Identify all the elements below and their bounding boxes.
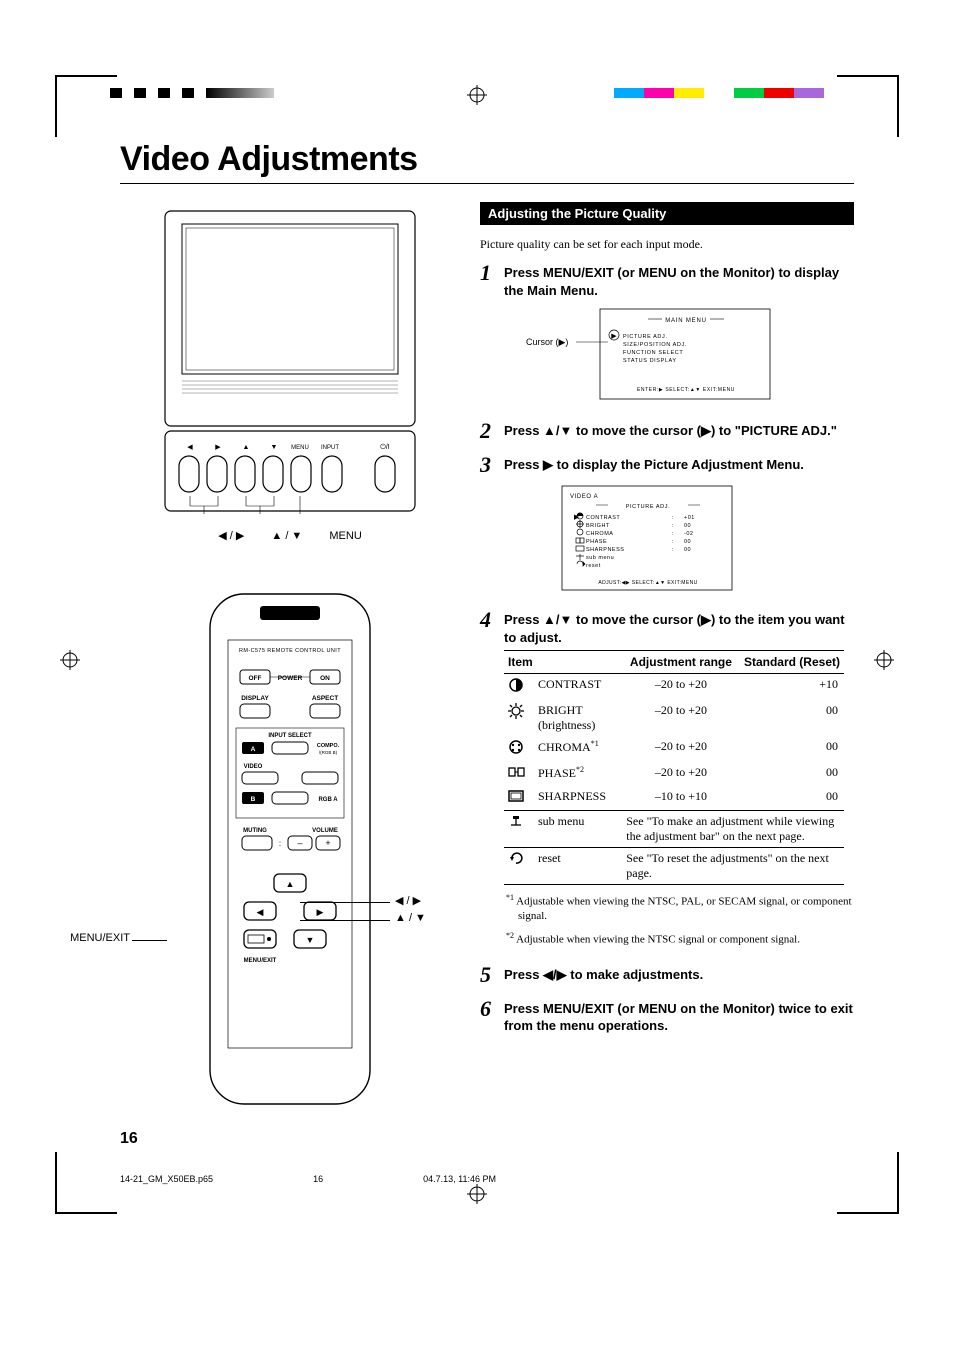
side-registration-left bbox=[60, 650, 80, 675]
svg-text:00: 00 bbox=[684, 547, 691, 553]
svg-text:▶: ▶ bbox=[317, 907, 324, 917]
section-header: Adjusting the Picture Quality bbox=[480, 202, 854, 225]
step-4: 4 Press ▲/▼ to move the cursor (▶) to th… bbox=[480, 607, 854, 646]
svg-text:CONTRAST: CONTRAST bbox=[586, 515, 620, 521]
adjustment-table: Item Adjustment range Standard (Reset) C… bbox=[504, 650, 844, 885]
remote-lead-lr: ◀ / ▶ bbox=[395, 894, 421, 907]
svg-text:▼: ▼ bbox=[306, 935, 315, 945]
svg-text:MAIN MENU: MAIN MENU bbox=[665, 318, 707, 324]
svg-text:00: 00 bbox=[684, 539, 691, 545]
side-registration-right bbox=[874, 650, 894, 675]
svg-text::: : bbox=[279, 839, 281, 848]
crop-corner bbox=[837, 75, 899, 137]
svg-text::: : bbox=[672, 515, 674, 521]
svg-text:◀: ◀ bbox=[257, 907, 264, 917]
svg-text::: : bbox=[672, 539, 674, 545]
page-title: Video Adjustments bbox=[120, 140, 854, 179]
svg-text:sub menu: sub menu bbox=[586, 555, 614, 561]
svg-text:OFF: OFF bbox=[249, 675, 262, 682]
intro-text: Picture quality can be set for each inpu… bbox=[480, 237, 854, 252]
svg-text:◀: ◀ bbox=[187, 444, 193, 451]
svg-text:INPUT: INPUT bbox=[321, 445, 339, 451]
imposition-footer: 14-21_GM_X50EB.p65 16 04.7.13, 11:46 PM bbox=[120, 1174, 854, 1184]
crop-corner bbox=[55, 75, 117, 137]
svg-text:B: B bbox=[251, 796, 256, 803]
main-menu-figure: Cursor (▶) MAIN MENU ▶ PICTURE ADJ. SIZE… bbox=[520, 305, 854, 410]
svg-text:MENU: MENU bbox=[291, 445, 309, 451]
svg-text:–: – bbox=[297, 838, 302, 848]
svg-text::: : bbox=[672, 547, 674, 553]
svg-text:/(RGB B): /(RGB B) bbox=[319, 750, 338, 755]
svg-text:+: + bbox=[325, 838, 330, 848]
monitor-label-ud: ▲ / ▼ bbox=[271, 530, 302, 542]
footnote-1: *1 Adjustable when viewing the NTSC, PAL… bbox=[504, 893, 854, 923]
svg-text:ON: ON bbox=[320, 675, 330, 682]
svg-text:Cursor (▶): Cursor (▶) bbox=[526, 337, 568, 347]
svg-text:VIDEO: VIDEO bbox=[244, 764, 263, 770]
step-1: 1 Press MENU/EXIT (or MENU on the Monito… bbox=[480, 260, 854, 299]
svg-text:00: 00 bbox=[684, 523, 691, 529]
remote-lead-menuexit: MENU/EXIT bbox=[70, 932, 130, 944]
svg-text:MUTING: MUTING bbox=[243, 828, 267, 834]
svg-text:PICTURE ADJ.: PICTURE ADJ. bbox=[623, 334, 667, 340]
svg-text:SIZE/POSITION ADJ.: SIZE/POSITION ADJ. bbox=[623, 342, 687, 348]
svg-text:RM-C575 REMOTE CONTROL UNIT: RM-C575 REMOTE CONTROL UNIT bbox=[239, 648, 341, 654]
svg-text:INPUT SELECT: INPUT SELECT bbox=[268, 733, 312, 739]
svg-text:RGB A: RGB A bbox=[318, 797, 338, 803]
crop-corner bbox=[837, 1152, 899, 1214]
svg-text:+01: +01 bbox=[684, 515, 695, 521]
svg-text:SHARPNESS: SHARPNESS bbox=[586, 547, 624, 553]
crop-corner bbox=[55, 1152, 117, 1214]
svg-text:VIDEO A: VIDEO A bbox=[570, 494, 598, 500]
svg-text:MENU/EXIT: MENU/EXIT bbox=[244, 958, 277, 964]
footnote-2: *2 Adjustable when viewing the NTSC sign… bbox=[504, 931, 854, 947]
step-2: 2 Press ▲/▼ to move the cursor (▶) to "P… bbox=[480, 418, 854, 444]
svg-text:▲: ▲ bbox=[243, 444, 250, 451]
step-5: 5 Press ◀/▶ to make adjustments. bbox=[480, 962, 854, 988]
svg-text:CHROMA: CHROMA bbox=[586, 531, 613, 537]
svg-text:▲: ▲ bbox=[286, 879, 295, 889]
picture-menu-figure: VIDEO A PICTURE ADJ. ▶ CONTRAST:+01 BRIG… bbox=[560, 484, 854, 599]
svg-text:▶: ▶ bbox=[611, 333, 617, 340]
svg-text:POWER: POWER bbox=[278, 675, 303, 682]
svg-text:PHASE: PHASE bbox=[586, 539, 607, 545]
svg-text:▼: ▼ bbox=[271, 444, 278, 451]
page-number: 16 bbox=[120, 1130, 854, 1148]
svg-text:BRIGHT: BRIGHT bbox=[586, 523, 610, 529]
svg-text:-02: -02 bbox=[684, 531, 693, 537]
title-rule bbox=[120, 183, 854, 184]
svg-text:FUNCTION SELECT: FUNCTION SELECT bbox=[623, 350, 683, 356]
svg-text:DISPLAY: DISPLAY bbox=[241, 695, 269, 702]
svg-text::: : bbox=[672, 523, 674, 529]
remote-figure: RM-C575 REMOTE CONTROL UNIT OFF POWER ON… bbox=[120, 592, 460, 1112]
monitor-figure: ◀ ▶ ▲ ▼ MENU INPUT ⏻/I bbox=[120, 206, 460, 542]
step-3: 3 Press ▶ to display the Picture Adjustm… bbox=[480, 452, 854, 478]
svg-text:ADJUST:◀▶ SELECT:▲▼ EXIT:MENU: ADJUST:◀▶ SELECT:▲▼ EXIT:MENU bbox=[598, 580, 697, 586]
svg-text:A: A bbox=[251, 746, 256, 753]
monitor-label-lr: ◀ / ▶ bbox=[218, 530, 244, 542]
svg-text:ASPECT: ASPECT bbox=[312, 695, 338, 702]
step-6: 6 Press MENU/EXIT (or MENU on the Monito… bbox=[480, 996, 854, 1035]
svg-text:COMPO.: COMPO. bbox=[317, 743, 340, 749]
svg-text:STATUS DISPLAY: STATUS DISPLAY bbox=[623, 358, 677, 364]
svg-text:VOLUME: VOLUME bbox=[312, 828, 338, 834]
svg-text:ENTER:▶ SELECT:▲▼ EXIT:MENU: ENTER:▶ SELECT:▲▼ EXIT:MENU bbox=[637, 387, 735, 393]
svg-text:⏻/I: ⏻/I bbox=[380, 443, 389, 451]
svg-text:reset: reset bbox=[586, 563, 601, 569]
svg-text:PICTURE ADJ.: PICTURE ADJ. bbox=[626, 504, 670, 510]
svg-text::: : bbox=[672, 531, 674, 537]
svg-text:▶: ▶ bbox=[215, 444, 221, 451]
remote-lead-ud: ▲ / ▼ bbox=[395, 912, 426, 924]
monitor-label-menu: MENU bbox=[329, 530, 361, 542]
